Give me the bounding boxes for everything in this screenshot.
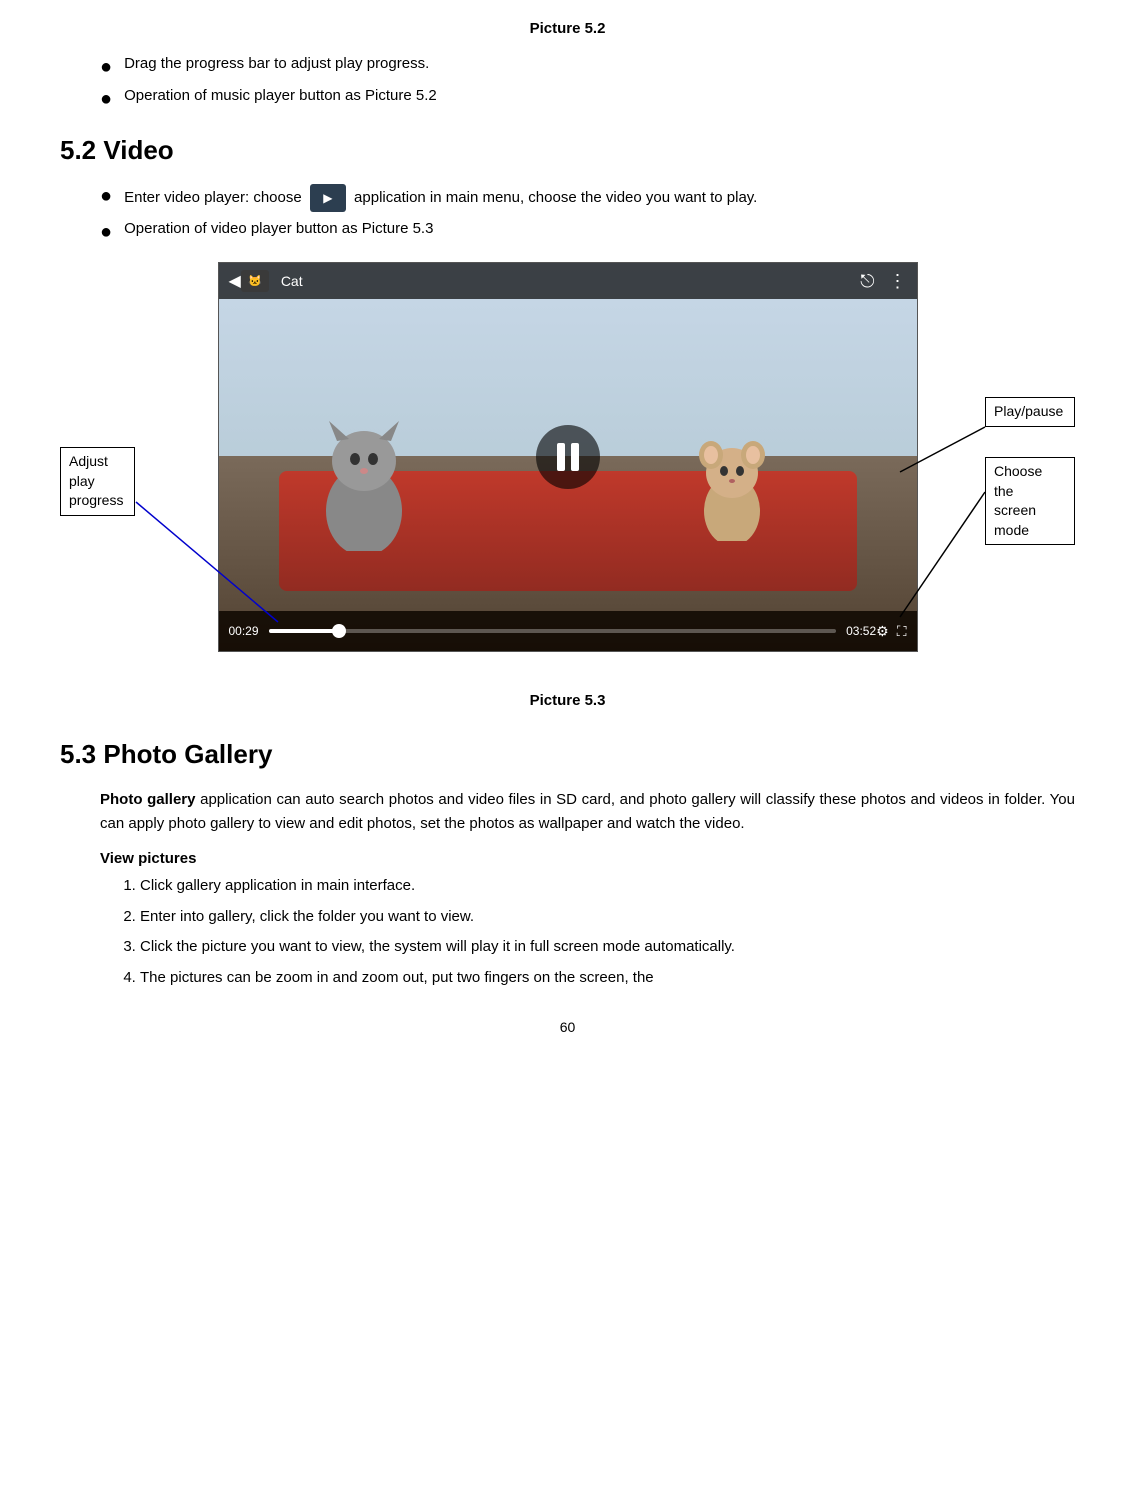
section-52-bullet-2: ● Operation of video player button as Pi… <box>100 220 1075 244</box>
bullet-item-2: ● Operation of music player button as Pi… <box>100 87 1075 111</box>
section-52-bullet-1: ● Enter video player: choose application… <box>100 184 1075 212</box>
play-pause-button[interactable] <box>536 425 600 489</box>
figure-53-caption: Picture 5.3 <box>60 692 1075 709</box>
section-53-intro-rest: application can auto search photos and v… <box>100 791 1075 832</box>
video-bottom-bar: 00:29 03:52 ⚙ ⛶ <box>219 611 917 651</box>
video-top-bar: ◀ Cat ⎋ ⋮ <box>219 263 917 299</box>
intro-bullets: ● Drag the progress bar to adjust play p… <box>100 55 1075 111</box>
cat-character <box>319 421 409 551</box>
more-icon[interactable]: ⋮ <box>889 271 907 292</box>
page-title: Picture 5.2 <box>60 20 1075 37</box>
label-adjust-play-progress: Adjustplayprogress <box>60 447 135 516</box>
video-title: Cat <box>281 273 303 289</box>
label-choose-screen-mode: Choosethescreenmode <box>985 457 1075 545</box>
section-52-bullet-text-1: Enter video player: choose application i… <box>124 184 757 212</box>
section-53-intro: Photo gallery application can auto searc… <box>100 788 1075 836</box>
settings-icon[interactable]: ⚙ <box>876 623 889 640</box>
video-player-icon <box>310 184 346 212</box>
section-52-heading: 5.2 Video <box>60 135 1075 166</box>
progress-dot[interactable] <box>332 624 346 638</box>
section-52-bullets: ● Enter video player: choose application… <box>100 184 1075 244</box>
section-53: 5.3 Photo Gallery Photo gallery applicat… <box>60 739 1075 989</box>
time-current: 00:29 <box>229 624 259 638</box>
back-icon: ◀ <box>229 271 241 291</box>
bullet-text-2: Operation of music player button as Pict… <box>124 87 437 104</box>
photo-gallery-label: Photo gallery <box>100 791 195 808</box>
section-52-bullet-text-2: Operation of video player button as Pict… <box>124 220 433 237</box>
video-bottom-right: ⚙ ⛶ <box>876 623 906 640</box>
label-play-pause: Play/pause <box>985 397 1075 427</box>
mouse-character <box>697 441 767 541</box>
share-icon[interactable]: ⎋ <box>860 271 874 292</box>
fullscreen-icon[interactable]: ⛶ <box>897 623 907 640</box>
view-pictures-steps: Click gallery application in main interf… <box>140 875 1075 989</box>
bullet-dot: ● <box>100 87 112 111</box>
bullet-dot: ● <box>100 220 112 244</box>
pause-bar-left <box>557 443 565 471</box>
bullet-dot: ● <box>100 55 112 79</box>
step-2: Enter into gallery, click the folder you… <box>140 906 1075 929</box>
video-top-icons: ⎋ ⋮ <box>860 271 906 292</box>
pause-icon <box>557 443 579 471</box>
pause-bar-right <box>571 443 579 471</box>
view-pictures-heading: View pictures <box>100 850 1075 867</box>
step-1: Click gallery application in main interf… <box>140 875 1075 898</box>
cat-thumbnail-icon <box>241 270 269 292</box>
progress-fill <box>269 629 340 633</box>
bullet-item-1: ● Drag the progress bar to adjust play p… <box>100 55 1075 79</box>
time-total: 03:52 <box>846 624 876 638</box>
bullet-dot: ● <box>100 184 112 208</box>
bullet-text-1: Drag the progress bar to adjust play pro… <box>124 55 429 72</box>
step-3: Click the picture you want to view, the … <box>140 936 1075 959</box>
video-diagram-container: Adjustplayprogress <box>60 262 1075 682</box>
section-53-heading: 5.3 Photo Gallery <box>60 739 1075 770</box>
page-number: 60 <box>60 1019 1075 1035</box>
video-player-frame: ◀ Cat ⎋ ⋮ 00:29 03:52 ⚙ ⛶ <box>218 262 918 652</box>
step-4: The pictures can be zoom in and zoom out… <box>140 967 1075 990</box>
progress-bar[interactable] <box>269 629 837 633</box>
